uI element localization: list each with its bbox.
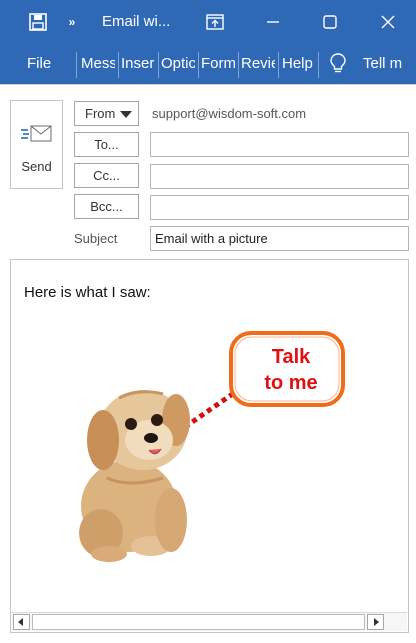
send-button[interactable]: Send xyxy=(10,100,63,189)
horizontal-scrollbar[interactable] xyxy=(12,612,407,631)
tab-insert[interactable]: Inser xyxy=(121,44,155,84)
tab-separator xyxy=(278,52,279,78)
tab-separator xyxy=(238,52,239,78)
scroll-thumb[interactable] xyxy=(32,614,365,630)
message-body[interactable]: Here is what I saw: Talk to me xyxy=(10,259,409,633)
ribbon-divider xyxy=(0,84,416,85)
tab-separator xyxy=(76,52,77,78)
from-button[interactable]: From xyxy=(74,101,139,126)
bcc-field[interactable] xyxy=(150,195,409,220)
cc-field[interactable] xyxy=(150,164,409,189)
bubble-line-1: Talk xyxy=(271,346,311,368)
restore-ribbon-icon[interactable] xyxy=(203,0,227,44)
title-bar: » Email wi... xyxy=(0,0,416,44)
chevron-right-icon xyxy=(374,618,379,626)
tab-separator xyxy=(158,52,159,78)
window-title: Email wi... xyxy=(102,13,171,30)
to-field[interactable] xyxy=(150,132,409,157)
tab-message[interactable]: Mess xyxy=(81,44,115,84)
minimize-icon[interactable] xyxy=(261,0,285,44)
from-address: support@wisdom-soft.com xyxy=(152,106,307,121)
body-text: Here is what I saw: xyxy=(24,284,151,301)
bubble-line-2: to me xyxy=(264,372,318,394)
send-envelope-icon xyxy=(21,123,53,150)
chevron-left-icon xyxy=(18,618,23,626)
send-label: Send xyxy=(21,159,52,174)
more-commands-icon[interactable]: » xyxy=(64,0,80,44)
save-icon[interactable] xyxy=(26,0,50,44)
bubble-text: Talk to me xyxy=(237,344,345,396)
tab-separator xyxy=(198,52,199,78)
chevron-down-icon xyxy=(120,111,132,118)
ribbon-tabs: File Mess Inser Optic Form Revie Help Te… xyxy=(0,44,416,84)
tab-file[interactable]: File xyxy=(27,44,57,84)
cc-button[interactable]: Cc... xyxy=(74,163,139,188)
lightbulb-icon[interactable] xyxy=(330,44,348,84)
tab-format[interactable]: Form xyxy=(201,44,235,84)
close-icon[interactable] xyxy=(376,0,400,44)
maximize-icon[interactable] xyxy=(318,0,342,44)
to-button[interactable]: To... xyxy=(74,132,139,157)
tab-separator xyxy=(118,52,119,78)
subject-label: Subject xyxy=(74,231,118,246)
tab-help[interactable]: Help xyxy=(282,44,316,84)
tab-review[interactable]: Revie xyxy=(241,44,275,84)
subject-field[interactable] xyxy=(150,226,409,251)
from-label: From xyxy=(85,106,116,121)
tab-separator xyxy=(318,52,319,78)
bcc-button[interactable]: Bcc... xyxy=(74,194,139,219)
tell-me-search[interactable]: Tell m xyxy=(363,44,416,84)
tab-options[interactable]: Optic xyxy=(161,44,195,84)
scroll-right-button[interactable] xyxy=(367,614,384,630)
scroll-left-button[interactable] xyxy=(13,614,30,630)
